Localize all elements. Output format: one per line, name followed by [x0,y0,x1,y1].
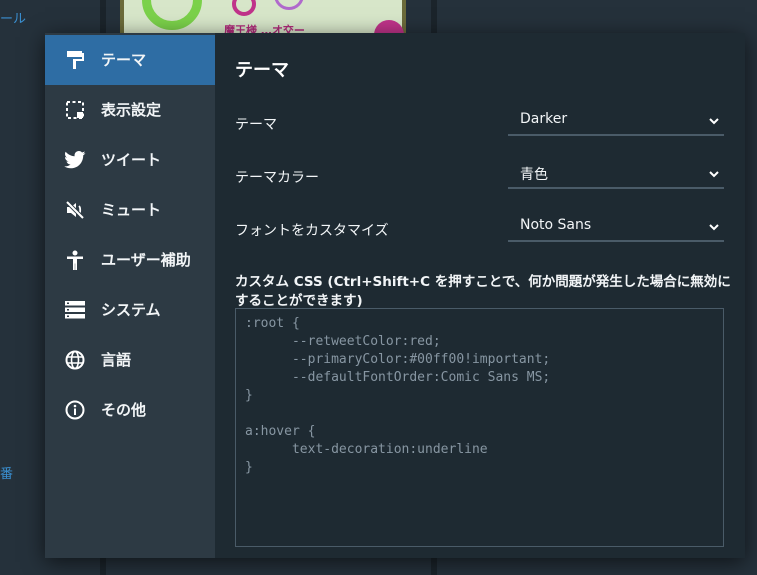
sidebar-item-label: ミュート [101,201,162,219]
sidebar-item-label: 表示設定 [101,101,162,119]
display-settings-icon [63,100,87,120]
theme-settings-panel: テーマ テーマ Darker テーマカラー 青色 フォントをカスタマイズ Not… [215,33,745,558]
system-icon [63,300,87,320]
theme-color-label: テーマカラー [235,170,319,186]
sidebar-item-display[interactable]: 表示設定 [45,85,215,135]
chevron-down-icon [708,218,720,231]
sidebar-item-label: システム [101,301,161,319]
twitter-bird-icon [63,150,87,170]
paint-roller-icon [63,50,87,70]
sidebar-item-other[interactable]: その他 [45,385,215,435]
info-icon [63,400,87,420]
settings-sidebar: テーマ 表示設定 ツイート ミュート ユーザー補助 システム 言語 その他 [45,33,215,558]
custom-css-label: カスタム CSS (Ctrl+Shift+C を押すことで、何か問題が発生した場… [235,274,731,309]
theme-color-select-value: 青色 [520,167,548,183]
chevron-down-icon [708,165,720,178]
sidebar-item-theme[interactable]: テーマ [45,35,215,85]
font-select[interactable]: Noto Sans [508,210,724,242]
chevron-down-icon [708,112,720,125]
sidebar-item-mute[interactable]: ミュート [45,185,215,235]
theme-select[interactable]: Darker [508,104,724,136]
background-image: 魔王様 …オ交ー [120,0,406,36]
sidebar-item-system[interactable]: システム [45,285,215,335]
page-title: テーマ [235,60,289,81]
background-left-text: 番 [0,467,14,482]
sidebar-item-label: その他 [101,401,147,419]
sidebar-item-label: テーマ [101,51,147,69]
custom-css-textarea[interactable]: :root { --retweetColor:red; --primaryCol… [235,308,724,547]
sidebar-item-label: 言語 [101,351,132,369]
settings-modal: テーマ 表示設定 ツイート ミュート ユーザー補助 システム 言語 その他 テー… [45,33,745,558]
globe-icon [63,350,87,370]
sidebar-item-language[interactable]: 言語 [45,335,215,385]
sidebar-item-accessibility[interactable]: ユーザー補助 [45,235,215,285]
theme-color-select[interactable]: 青色 [508,157,724,189]
sidebar-item-tweet[interactable]: ツイート [45,135,215,185]
theme-label: テーマ [235,117,277,133]
font-select-value: Noto Sans [520,217,592,233]
mute-icon [63,200,87,220]
accessibility-icon [63,250,87,270]
theme-select-value: Darker [520,111,568,127]
sidebar-item-label: ツイート [101,151,162,169]
sidebar-item-label: ユーザー補助 [101,251,191,269]
background-left-text: ール [0,12,27,27]
font-label: フォントをカスタマイズ [235,223,389,239]
